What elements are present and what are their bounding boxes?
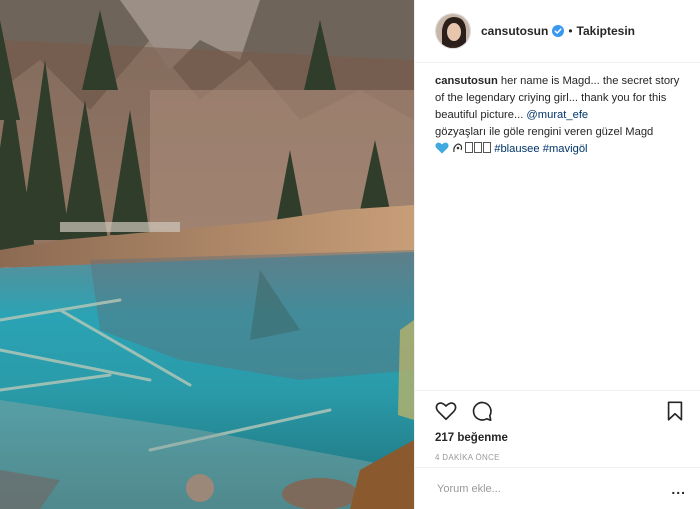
bookmark-icon[interactable] xyxy=(664,400,686,422)
caption-mention-link[interactable]: @murat_efe xyxy=(526,109,588,121)
comment-icon[interactable] xyxy=(471,400,493,422)
comment-input[interactable] xyxy=(435,481,672,496)
instagram-post: cansutosun • Takiptesin cansutosun her n… xyxy=(0,0,700,509)
avatar[interactable] xyxy=(435,13,471,49)
header-separator: • xyxy=(568,24,573,38)
missing-glyph-icon xyxy=(465,142,474,153)
post-sidebar: cansutosun • Takiptesin cansutosun her n… xyxy=(414,0,700,509)
following-button[interactable]: Takiptesin xyxy=(577,24,635,38)
post-caption: cansutosun her name is Magd... the secre… xyxy=(415,63,700,158)
hashtag-link-mavigol[interactable]: #mavigöl xyxy=(543,143,588,155)
verified-badge-icon xyxy=(552,25,565,37)
post-timestamp: 4 DAKİKA ÖNCE xyxy=(435,453,500,462)
post-actions: 217 beğenme 4 DAKİKA ÖNCE xyxy=(415,390,700,462)
caption-line2: gözyaşları ile göle rengini veren güzel … xyxy=(435,126,654,138)
missing-glyph-icon xyxy=(474,142,483,153)
lake-landscape-image xyxy=(0,0,414,509)
add-comment-bar: ... xyxy=(415,467,700,509)
profile-photo-icon xyxy=(436,14,470,48)
missing-glyph-icon xyxy=(483,142,492,153)
likes-count[interactable]: 217 beğenme xyxy=(415,432,700,444)
post-photo[interactable] xyxy=(0,0,414,509)
username-link[interactable]: cansutosun xyxy=(481,24,548,38)
hashtag-link-blausee[interactable]: #blausee xyxy=(494,143,539,155)
caption-username[interactable]: cansutosun xyxy=(435,75,498,87)
post-header: cansutosun • Takiptesin xyxy=(415,0,700,63)
heart-icon[interactable] xyxy=(435,400,457,422)
action-icons-row xyxy=(415,391,700,431)
blue-heart-emoji-icon xyxy=(435,142,449,154)
emoji-symbol-icon xyxy=(453,143,463,153)
more-options-icon[interactable]: ... xyxy=(671,481,686,497)
